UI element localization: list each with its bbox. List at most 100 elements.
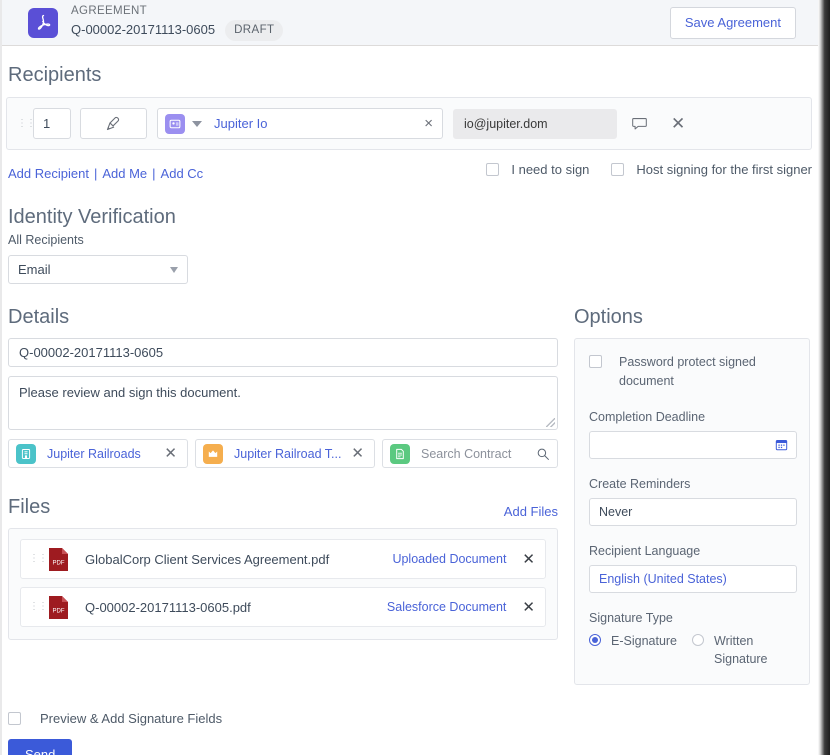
written-signature-label: Written Signature (714, 633, 768, 666)
recipients-header: Recipients (0, 46, 818, 97)
recipient-language-value: English (United States) (599, 571, 727, 586)
agreement-send-page: AGREEMENT Q-00002-20171113-0605 DRAFT Sa… (0, 0, 830, 755)
password-protect-label: Password protect signed document (619, 355, 756, 389)
contract-icon (390, 443, 410, 464)
host-signing-label: Host signing for the first signer (636, 162, 812, 177)
file-row: ⋮⋮ PDF Q-00002-20171113-0605.pdf Salesfo… (20, 587, 546, 627)
add-files-link[interactable]: Add Files (504, 504, 558, 519)
drag-handle-icon[interactable]: ⋮⋮ (29, 554, 48, 564)
signature-type-radios: E-Signature Written Signature (589, 632, 795, 668)
details-title: Details (8, 306, 70, 328)
link-separator-2: | (152, 165, 156, 181)
files-list: ⋮⋮ PDF GlobalCorp Client Services Agreem… (8, 528, 558, 640)
calendar-icon[interactable] (775, 438, 788, 451)
signature-type-group: Signature Type E-Signature Written Signa… (589, 611, 795, 668)
preview-signature-fields-checkbox[interactable] (8, 712, 21, 725)
svg-text:PDF: PDF (53, 560, 65, 566)
signature-type-written[interactable]: Written Signature (692, 632, 795, 668)
add-me-link[interactable]: Add Me (102, 166, 147, 181)
window-left-edge (0, 0, 2, 755)
chevron-down-icon[interactable] (192, 120, 202, 127)
svg-text:PDF: PDF (53, 608, 65, 614)
file-name: Q-00002-20171113-0605.pdf (85, 599, 251, 615)
create-reminders-select[interactable]: Never (589, 497, 797, 526)
written-signature-radio[interactable] (692, 633, 704, 646)
create-reminders-group: Create Reminders Never (589, 476, 797, 526)
agreement-name-input[interactable]: Q-00002-20171113-0605 (8, 338, 558, 367)
remove-file-icon[interactable]: ✕ (522, 598, 535, 616)
search-icon[interactable] (536, 447, 550, 461)
i-need-to-sign-label: I need to sign (511, 162, 590, 177)
details-and-options: Details Q-00002-20171113-0605 Please rev… (0, 284, 818, 685)
footer-actions: Preview & Add Signature Fields Send (0, 685, 818, 755)
file-name: GlobalCorp Client Services Agreement.pdf (85, 551, 330, 567)
recipient-lookup-field[interactable]: Jupiter Io × (157, 108, 443, 139)
clear-recipient-icon[interactable]: × (421, 116, 436, 131)
related-opportunity-chip[interactable]: Jupiter Railroad T... ✕ (195, 439, 375, 468)
password-protect-option: Password protect signed document (589, 353, 795, 392)
recipient-actions: ✕ (631, 115, 688, 132)
page-title: Q-00002-20171113-0605 (71, 22, 216, 38)
remove-file-icon[interactable]: ✕ (522, 550, 535, 568)
remove-opportunity-icon[interactable]: ✕ (348, 446, 367, 461)
related-account-label: Jupiter Railroads (47, 446, 141, 461)
drag-handle-icon[interactable]: ⋮⋮ (29, 602, 48, 612)
recipient-row: ⋮⋮ Jupiter (6, 97, 812, 150)
agreement-message-textarea[interactable]: Please review and sign this document. (8, 376, 558, 430)
chevron-down-icon (170, 266, 178, 273)
link-separator-1: | (93, 165, 98, 181)
identity-verification-value: Email (18, 262, 51, 277)
remove-account-icon[interactable]: ✕ (161, 446, 180, 461)
account-icon (16, 443, 36, 464)
details-column: Details Q-00002-20171113-0605 Please rev… (0, 306, 566, 685)
remove-recipient-icon[interactable]: ✕ (668, 115, 688, 132)
recipient-email-field[interactable]: io@jupiter.dom (453, 108, 617, 139)
create-reminders-value: Never (599, 504, 633, 519)
recipient-order-input[interactable] (33, 108, 71, 139)
send-button[interactable]: Send (8, 739, 73, 755)
resize-handle[interactable] (546, 418, 555, 427)
identity-verification-title: Identity Verification (8, 206, 176, 228)
contract-search-field[interactable]: Search Contract (382, 439, 558, 468)
file-source[interactable]: Salesforce Document (387, 600, 507, 614)
esignature-label: E-Signature (611, 633, 678, 648)
pdf-file-icon: PDF (48, 547, 69, 572)
password-protect-checkbox[interactable] (589, 355, 602, 368)
add-cc-link[interactable]: Add Cc (161, 166, 204, 181)
recipient-language-select[interactable]: English (United States) (589, 564, 797, 593)
options-column: Options Password protect signed document… (566, 306, 810, 685)
host-signing-checkbox[interactable] (611, 163, 625, 176)
create-reminders-label: Create Reminders (589, 476, 691, 491)
related-opportunity-label: Jupiter Railroad T... (234, 446, 342, 461)
chat-bubble-icon[interactable] (631, 115, 648, 132)
recipient-language-label: Recipient Language (589, 543, 701, 558)
signature-pen-icon[interactable] (80, 108, 147, 139)
esignature-radio[interactable] (589, 633, 601, 646)
pdf-adobe-icon (28, 7, 58, 38)
identity-verification-section: Identity Verification All Recipients Ema… (0, 184, 818, 284)
completion-deadline-input[interactable] (589, 430, 797, 459)
signing-options: I need to sign Host signing for the firs… (486, 162, 812, 177)
i-need-to-sign-checkbox[interactable] (486, 163, 500, 176)
files-header: Files Add Files (8, 496, 558, 519)
add-recipient-link[interactable]: Add Recipient (8, 166, 89, 181)
completion-deadline-group: Completion Deadline (589, 410, 797, 459)
related-account-chip[interactable]: Jupiter Railroads ✕ (8, 439, 188, 468)
pdf-file-icon: PDF (48, 595, 69, 620)
signature-type-esignature[interactable]: E-Signature (589, 632, 692, 668)
options-panel: Password protect signed document Complet… (574, 338, 810, 685)
recipient-links-row: Add Recipient | Add Me | Add Cc I need t… (0, 150, 818, 184)
related-records-row: Jupiter Railroads ✕ Jupiter Railroad T..… (8, 439, 566, 468)
save-agreement-button[interactable]: Save Agreement (669, 7, 796, 39)
window-right-edge (818, 0, 830, 755)
recipient-language-group: Recipient Language English (United State… (589, 543, 797, 593)
recipients-title: Recipients (8, 64, 102, 86)
opportunity-crown-icon (203, 443, 223, 464)
preview-signature-fields-label: Preview & Add Signature Fields (40, 711, 223, 726)
identity-verification-select[interactable]: Email (8, 255, 188, 284)
drag-handle-icon[interactable]: ⋮⋮ (17, 118, 36, 128)
file-source[interactable]: Uploaded Document (392, 552, 506, 566)
identity-verification-subtitle: All Recipients (8, 233, 84, 247)
file-row: ⋮⋮ PDF GlobalCorp Client Services Agreem… (20, 539, 546, 579)
page-body: Recipients ⋮⋮ 1 Jupiter Io × io@jupiter.… (0, 46, 818, 755)
